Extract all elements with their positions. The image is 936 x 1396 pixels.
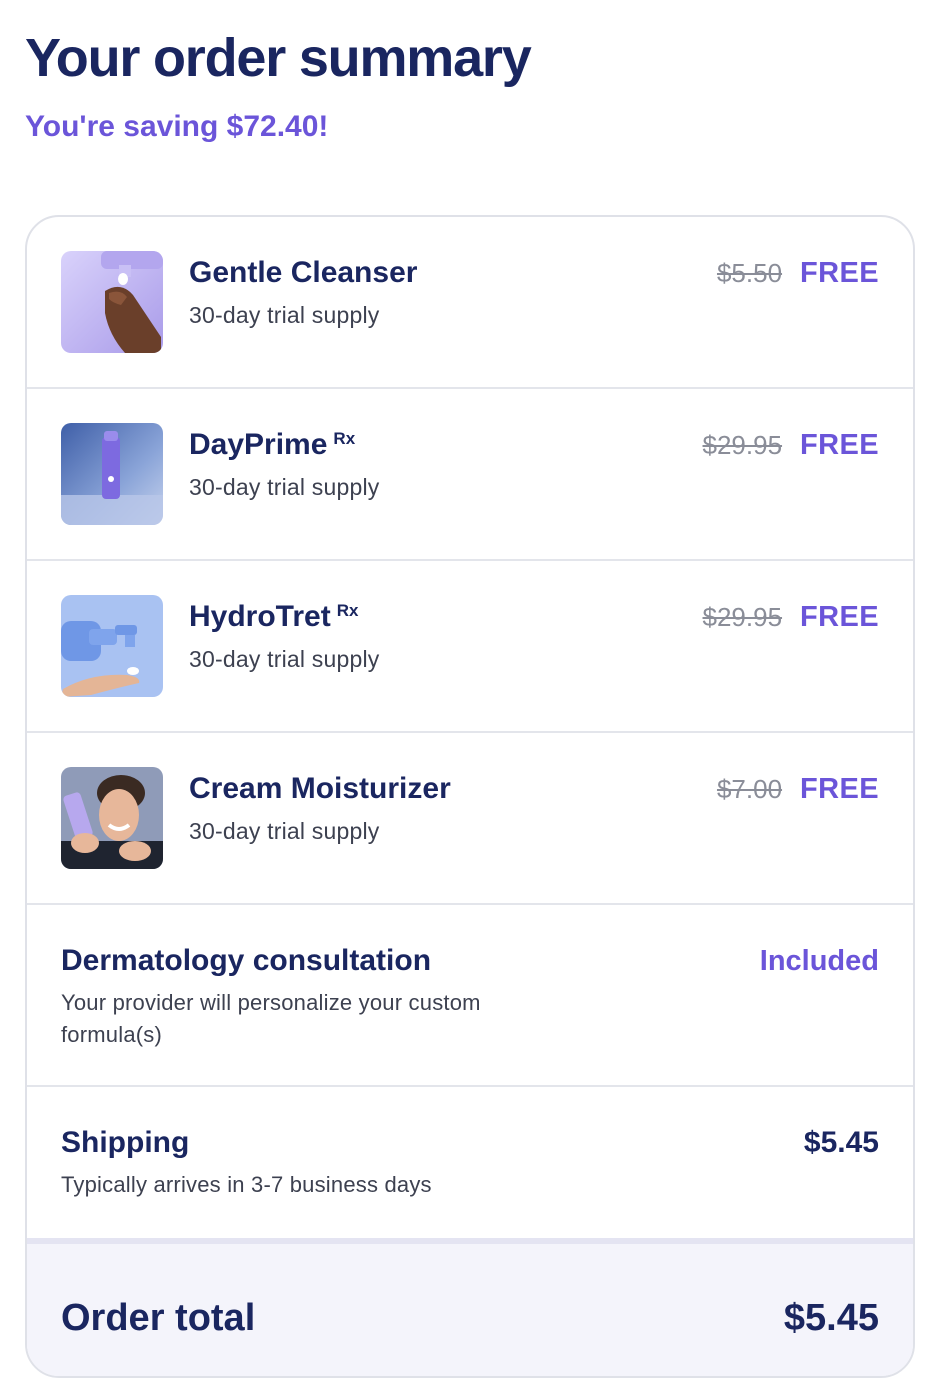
product-image-hydrotret — [61, 595, 163, 697]
item-price: $7.00 FREE — [717, 769, 879, 809]
product-image-gentle-cleanser — [61, 251, 163, 353]
shipping-price: $5.45 — [803, 1126, 879, 1159]
discounted-price: FREE — [800, 601, 879, 633]
rx-badge: Rx — [333, 429, 356, 448]
original-price: $7.00 — [716, 774, 783, 804]
rx-badge: Rx — [336, 601, 359, 620]
product-image-dayprime — [61, 423, 163, 525]
item-name: Gentle Cleanser — [189, 256, 418, 289]
item-price: $5.50 FREE — [717, 253, 879, 293]
product-image-cream-moisturizer — [61, 767, 163, 869]
order-total-row: Order total $5.45 — [27, 1238, 913, 1376]
consultation-price: Included — [759, 945, 879, 977]
line-item: DayPrime Rx 30-day trial supply $29.95 FR… — [27, 389, 913, 561]
original-price: $5.50 — [716, 258, 783, 288]
shipping-row: Shipping Typically arrives in 3-7 busine… — [27, 1087, 913, 1238]
item-price: $29.95 FREE — [703, 425, 879, 465]
line-item: Cream Moisturizer 30-day trial supply $7… — [27, 733, 913, 905]
consultation-subtitle: Your provider will personalize your cust… — [61, 990, 481, 1047]
original-price: $29.95 — [702, 430, 783, 460]
page-title: Your order summary — [25, 28, 532, 88]
order-total-label: Order total — [61, 1297, 256, 1339]
discounted-price: FREE — [800, 257, 879, 289]
order-total-value: $5.45 — [783, 1297, 879, 1339]
discounted-price: FREE — [800, 773, 879, 805]
item-subtitle: 30-day trial supply — [189, 302, 380, 328]
shipping-subtitle: Typically arrives in 3-7 business days — [61, 1172, 432, 1197]
item-name: Cream Moisturizer — [189, 772, 451, 805]
order-summary-card: Gentle Cleanser 30-day trial supply $5.5… — [25, 215, 915, 1378]
item-subtitle: 30-day trial supply — [189, 474, 380, 500]
consultation-name: Dermatology consultation — [61, 944, 432, 977]
savings-text: You're saving $72.40! — [25, 110, 329, 143]
consultation-row: Dermatology consultation Your provider w… — [27, 905, 913, 1087]
item-price: $29.95 FREE — [703, 597, 879, 637]
order-summary-page: Your order summary You're saving $72.40! — [0, 0, 936, 1396]
item-name: HydroTret Rx — [189, 600, 359, 633]
line-item: Gentle Cleanser 30-day trial supply $5.5… — [27, 217, 913, 389]
shipping-name: Shipping — [61, 1126, 190, 1159]
original-price: $29.95 — [702, 602, 783, 632]
discounted-price: FREE — [800, 429, 879, 461]
item-subtitle: 30-day trial supply — [189, 646, 380, 672]
item-subtitle: 30-day trial supply — [189, 818, 380, 844]
line-item: HydroTret Rx 30-day trial supply $29.95 F… — [27, 561, 913, 733]
item-name: DayPrime Rx — [189, 428, 356, 461]
